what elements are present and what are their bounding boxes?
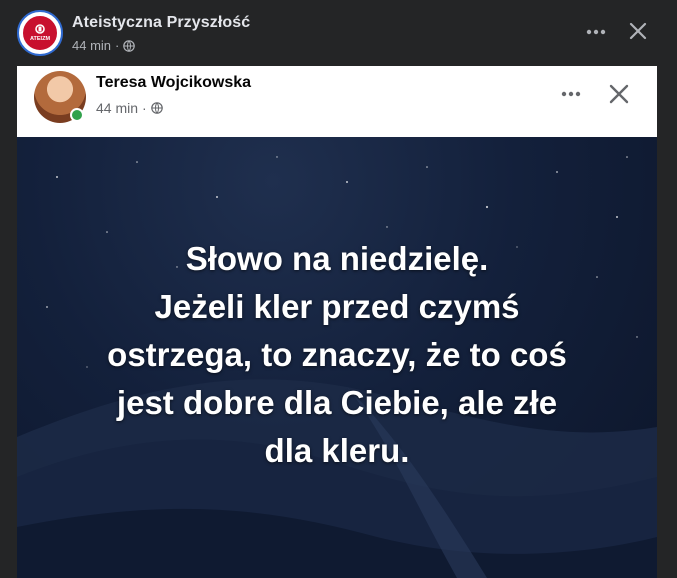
page-name[interactable]: Ateistyczna Przyszłość xyxy=(72,14,250,32)
close-icon xyxy=(609,84,629,104)
more-horizontal-icon xyxy=(586,29,606,35)
meta-separator: · xyxy=(115,38,120,53)
meta-separator: · xyxy=(142,100,147,116)
page-avatar[interactable]: ATEIZM xyxy=(17,10,63,56)
shared-post-meta: 44 min · xyxy=(96,100,163,116)
more-options-button[interactable] xyxy=(582,18,610,46)
shared-more-options-button[interactable] xyxy=(557,80,585,108)
image-quote-text: Słowo na niedzielę. Jeżeli kler przed cz… xyxy=(17,235,657,475)
quote-line: dla kleru. xyxy=(264,432,410,469)
shared-post-time[interactable]: 44 min xyxy=(96,100,138,116)
globe-icon xyxy=(123,39,136,52)
shared-close-button[interactable] xyxy=(604,79,634,109)
shared-post-card: Teresa Wojcikowska 44 min · Słowo na nie… xyxy=(17,66,657,578)
logo-text: ATEIZM xyxy=(30,36,50,42)
more-horizontal-icon xyxy=(561,91,581,97)
atheism-logo-icon: ATEIZM xyxy=(21,14,59,52)
online-status-indicator xyxy=(70,108,84,122)
globe-icon xyxy=(150,102,163,114)
quote-line: ostrzega, to znaczy, że to coś xyxy=(107,336,567,373)
outer-post-header: ATEIZM Ateistyczna Przyszłość 44 min · xyxy=(0,0,677,66)
outer-post-meta: 44 min · xyxy=(72,38,136,53)
quote-line: jest dobre dla Ciebie, ale złe xyxy=(116,384,558,421)
post-time[interactable]: 44 min xyxy=(72,38,111,53)
quote-line: Słowo na niedzielę. xyxy=(185,240,489,277)
close-icon xyxy=(629,22,647,40)
author-name[interactable]: Teresa Wojcikowska xyxy=(96,74,251,92)
post-image[interactable]: Słowo na niedzielę. Jeżeli kler przed cz… xyxy=(17,137,657,578)
quote-line: Jeżeli kler przed czymś xyxy=(154,288,520,325)
close-button[interactable] xyxy=(624,17,652,45)
